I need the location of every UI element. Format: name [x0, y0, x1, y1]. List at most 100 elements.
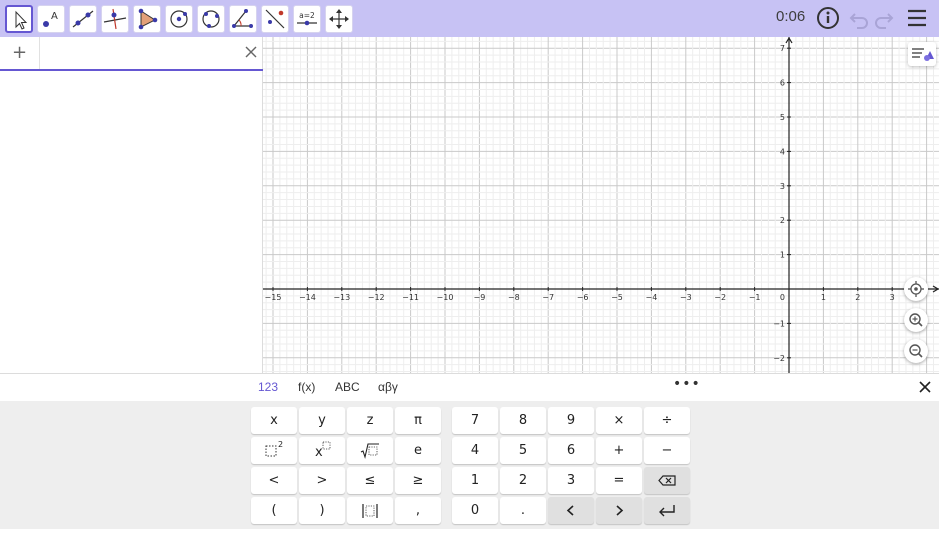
sqrt-icon: [360, 443, 379, 460]
virtual-keyboard: x y z π 7 8 9 × ÷ 2 x e 4 5 6 + − < > ≤ …: [0, 401, 939, 529]
more-options-button[interactable]: •••: [673, 376, 701, 392]
x-tick-label: −10: [437, 293, 454, 302]
timer-display: 0:06: [776, 8, 806, 25]
slider-tool-label: a=2: [299, 11, 315, 20]
circle-center-tool-button[interactable]: [165, 5, 193, 33]
x-tick-label: −5: [611, 293, 623, 302]
x-tick-label: −8: [508, 293, 520, 302]
polygon-tool-button[interactable]: [133, 5, 161, 33]
algebra-input-row[interactable]: +: [0, 37, 263, 71]
x-tick-label: −14: [299, 293, 316, 302]
tab-functions[interactable]: f(x): [298, 380, 315, 394]
x-tick-label: −6: [577, 293, 589, 302]
x-tick-label: 3: [890, 293, 895, 302]
tab-abc[interactable]: ABC: [335, 380, 360, 394]
key-0[interactable]: 0: [452, 497, 498, 524]
style-bar-icon: [912, 48, 934, 61]
key-enter[interactable]: [644, 497, 690, 524]
info-icon[interactable]: [816, 6, 840, 30]
square-box-icon: 2: [265, 440, 283, 457]
y-tick-label: 7: [780, 44, 785, 53]
tab-123[interactable]: 123: [258, 380, 278, 394]
x-tick-label: −13: [333, 293, 350, 302]
y-tick-label: 3: [780, 182, 785, 191]
key-plus[interactable]: +: [596, 437, 642, 464]
zoom-out-button[interactable]: [904, 339, 928, 363]
key-greater-equal[interactable]: ≥: [395, 467, 441, 494]
angle-icon: [232, 9, 253, 28]
key-1[interactable]: 1: [452, 467, 498, 494]
key-decimal[interactable]: .: [500, 497, 546, 524]
point-icon: A: [43, 11, 58, 27]
tab-greek[interactable]: αβγ: [378, 380, 398, 394]
key-pi[interactable]: π: [395, 407, 441, 434]
redo-icon[interactable]: [872, 6, 896, 30]
key-z[interactable]: z: [347, 407, 393, 434]
key-3[interactable]: 3: [548, 467, 594, 494]
key-square[interactable]: 2: [251, 437, 297, 464]
key-multiply[interactable]: ×: [596, 407, 642, 434]
key-close-paren[interactable]: ): [299, 497, 345, 524]
key-8[interactable]: 8: [500, 407, 546, 434]
standard-view-button[interactable]: [904, 277, 928, 301]
target-icon: [908, 281, 924, 297]
key-minus[interactable]: −: [644, 437, 690, 464]
y-tick-label: −1: [773, 319, 785, 328]
x-tick-label: −3: [680, 293, 692, 302]
x-tick-label: −12: [368, 293, 385, 302]
x-tick-label: 2: [855, 293, 860, 302]
key-divide[interactable]: ÷: [644, 407, 690, 434]
line-icon: [72, 10, 94, 28]
key-abs[interactable]: [347, 497, 393, 524]
key-backspace[interactable]: [644, 467, 690, 494]
move-tool-button[interactable]: [5, 5, 33, 33]
key-equals[interactable]: =: [596, 467, 642, 494]
perpendicular-line-icon: [103, 8, 127, 30]
key-open-paren[interactable]: (: [251, 497, 297, 524]
coordinate-grid[interactable]: −15 −14 −13 −12 −11 −10 −9 −8 −7 −6 −5 −4 −3 −2 −1 0 1 2 3…: [263, 37, 939, 373]
key-5[interactable]: 5: [500, 437, 546, 464]
key-power[interactable]: x: [299, 437, 345, 464]
key-less-equal[interactable]: ≤: [347, 467, 393, 494]
slider-tool-button[interactable]: a=2: [293, 5, 321, 33]
backspace-icon: [658, 475, 676, 486]
x-tick-label: −11: [402, 293, 419, 302]
zoom-in-icon: [909, 313, 923, 327]
reflect-tool-button[interactable]: [261, 5, 289, 33]
key-comma[interactable]: ,: [395, 497, 441, 524]
x-power-icon: x: [315, 441, 331, 460]
circle-three-points-icon: [202, 10, 220, 28]
chevron-right-icon: [616, 505, 624, 516]
keyboard-tab-bar: 123 f(x) ABC αβγ •••: [0, 373, 939, 401]
zoom-in-button[interactable]: [904, 308, 928, 332]
move-graphics-tool-button[interactable]: [325, 5, 353, 33]
add-item-button[interactable]: +: [0, 37, 40, 69]
angle-tool-button[interactable]: [229, 5, 257, 33]
close-keyboard-icon[interactable]: [918, 380, 932, 394]
perpendicular-tool-button[interactable]: [101, 5, 129, 33]
key-4[interactable]: 4: [452, 437, 498, 464]
y-tick-label: 5: [780, 113, 785, 122]
key-cursor-right[interactable]: [596, 497, 642, 524]
hamburger-menu-icon[interactable]: [905, 6, 929, 30]
key-6[interactable]: 6: [548, 437, 594, 464]
key-e[interactable]: e: [395, 437, 441, 464]
undo-icon[interactable]: [847, 6, 871, 30]
key-y[interactable]: y: [299, 407, 345, 434]
key-2[interactable]: 2: [500, 467, 546, 494]
zoom-out-icon: [909, 344, 923, 358]
graphics-view[interactable]: −15 −14 −13 −12 −11 −10 −9 −8 −7 −6 −5 −4 −3 −2 −1 0 1 2 3…: [263, 37, 939, 373]
line-tool-button[interactable]: [69, 5, 97, 33]
key-9[interactable]: 9: [548, 407, 594, 434]
key-cursor-left[interactable]: [548, 497, 594, 524]
key-greater-than[interactable]: >: [299, 467, 345, 494]
close-icon[interactable]: [243, 44, 259, 60]
key-7[interactable]: 7: [452, 407, 498, 434]
key-less-than[interactable]: <: [251, 467, 297, 494]
point-tool-button[interactable]: A: [37, 5, 65, 33]
circle-three-points-tool-button[interactable]: [197, 5, 225, 33]
style-bar-toggle[interactable]: [908, 42, 936, 66]
key-x[interactable]: x: [251, 407, 297, 434]
key-sqrt[interactable]: [347, 437, 393, 464]
slider-icon: a=2: [297, 11, 317, 26]
